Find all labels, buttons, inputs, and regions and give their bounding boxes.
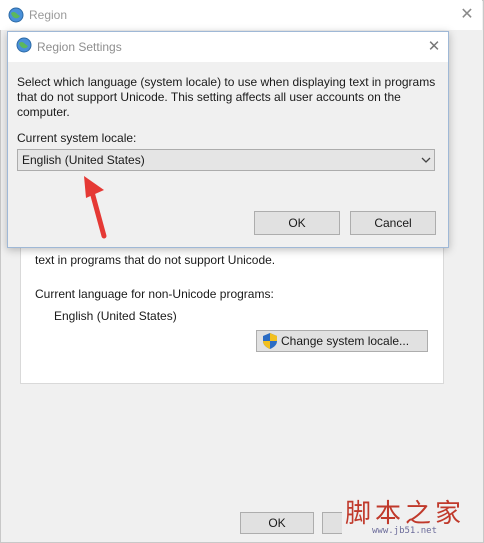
dialog-description: Select which language (system locale) to… xyxy=(17,75,436,119)
current-language-value: English (United States) xyxy=(54,309,177,323)
system-locale-value: English (United States) xyxy=(22,153,145,167)
globe-icon xyxy=(8,7,24,23)
cancel-button[interactable]: Cancel xyxy=(350,211,436,235)
chevron-down-icon[interactable] xyxy=(419,152,433,168)
uac-shield-icon xyxy=(263,333,277,349)
close-icon[interactable]: ✕ xyxy=(456,4,478,26)
current-language-label: Current language for non-Unicode program… xyxy=(35,287,274,301)
non-unicode-description: text in programs that do not support Uni… xyxy=(35,253,276,267)
region-ok-button[interactable]: OK xyxy=(240,512,314,534)
region-window-title: Region xyxy=(29,8,68,22)
current-system-locale-label: Current system locale: xyxy=(17,131,137,145)
region-titlebar xyxy=(0,0,482,30)
system-locale-dropdown[interactable]: English (United States) xyxy=(17,149,435,171)
annotation-arrow xyxy=(84,176,107,239)
change-system-locale-button[interactable]: Change system locale... xyxy=(256,330,428,352)
watermark-url: www.jb51.net xyxy=(372,526,438,536)
close-icon[interactable]: ✕ xyxy=(423,36,445,58)
watermark-text: 脚本之家 xyxy=(345,499,466,529)
globe-icon xyxy=(16,37,32,53)
change-system-locale-label: Change system locale... xyxy=(281,334,410,348)
ok-button[interactable]: OK xyxy=(254,211,340,235)
dialog-title: Region Settings xyxy=(37,40,122,54)
